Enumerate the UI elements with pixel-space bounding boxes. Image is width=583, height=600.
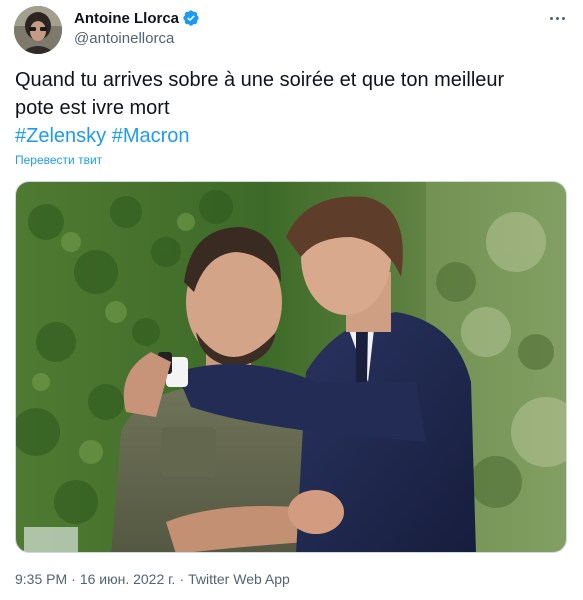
hashtag-line: #Zelensky #Macron: [15, 122, 570, 150]
tweet-text: Quand tu arrives sobre à une soirée et q…: [15, 66, 570, 150]
meta-separator: ·: [71, 571, 76, 587]
verified-badge-icon: [182, 9, 200, 27]
tweet-text-line: Quand tu arrives sobre à une soirée et q…: [15, 69, 505, 91]
author-display-name[interactable]: Antoine Llorca: [74, 10, 179, 27]
hashtag-zelensky[interactable]: #Zelensky: [15, 125, 106, 147]
more-dots-icon[interactable]: [545, 8, 569, 28]
hashtag-macron[interactable]: #Macron: [112, 125, 190, 147]
translate-tweet-link[interactable]: Перевести твит: [15, 153, 102, 167]
tweet-text-line: pote est ivre mort: [15, 97, 170, 119]
meta-separator: ·: [179, 571, 185, 587]
tweet-meta: 9:35 PM · 16 июн. 2022 г. · Twitter Web App: [15, 571, 290, 587]
tweet-time[interactable]: 9:35 PM: [15, 571, 67, 587]
tweet-photo[interactable]: [15, 181, 567, 553]
tweet-card: Antoine Llorca @antoinellorca Quand tu a…: [0, 0, 583, 600]
tweet-date[interactable]: 16 июн. 2022 г.: [80, 571, 176, 587]
avatar[interactable]: [14, 6, 62, 54]
author-handle[interactable]: @antoinellorca: [74, 30, 174, 47]
author-name-row[interactable]: Antoine Llorca: [74, 8, 200, 28]
tweet-source[interactable]: Twitter Web App: [188, 571, 290, 587]
